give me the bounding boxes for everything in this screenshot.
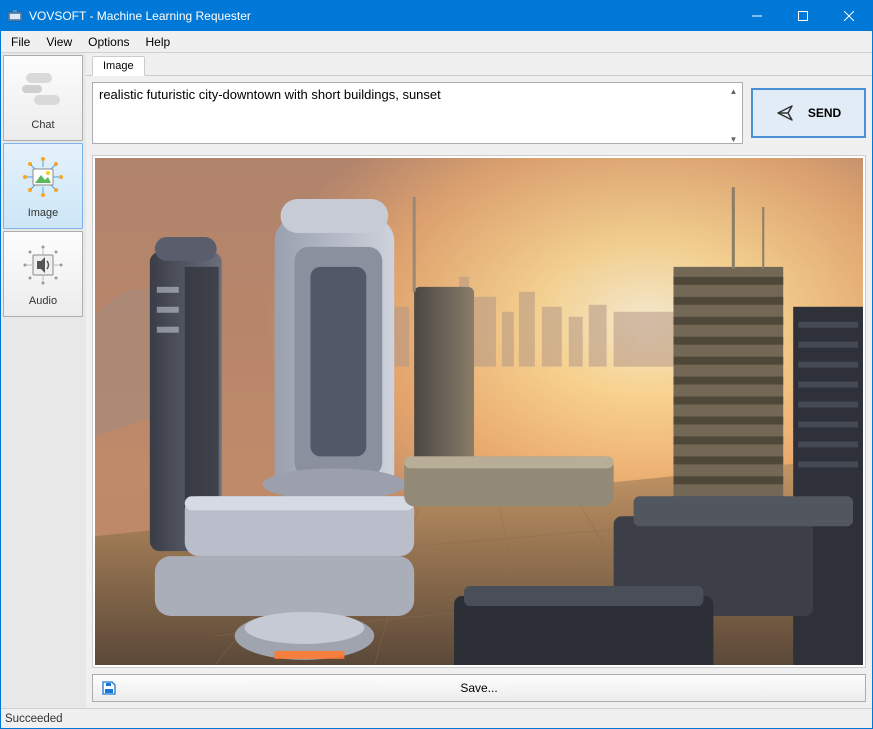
save-icon xyxy=(101,680,117,696)
content-area: Chat xyxy=(1,53,872,708)
send-button[interactable]: SEND xyxy=(751,88,866,138)
image-panel: ▲ ▼ SEND xyxy=(86,75,872,708)
titlebar: VOVSOFT - Machine Learning Requester xyxy=(1,1,872,31)
save-label: Save... xyxy=(93,681,865,695)
image-icon xyxy=(19,153,67,201)
sidebar-item-audio[interactable]: Audio xyxy=(3,231,83,317)
app-window: VOVSOFT - Machine Learning Requester Fil… xyxy=(0,0,873,729)
menu-file[interactable]: File xyxy=(3,33,38,51)
sidebar-item-label: Chat xyxy=(31,119,54,131)
sidebar-item-chat[interactable]: Chat xyxy=(3,55,83,141)
prompt-wrapper: ▲ ▼ xyxy=(92,82,743,149)
prompt-input[interactable] xyxy=(92,82,743,144)
send-icon xyxy=(776,104,794,122)
status-text: Succeeded xyxy=(5,713,63,725)
menu-options[interactable]: Options xyxy=(80,33,137,51)
sidebar-item-label: Audio xyxy=(29,295,57,307)
tab-image[interactable]: Image xyxy=(92,56,145,76)
sidebar-item-image[interactable]: Image xyxy=(3,143,83,229)
sidebar: Chat xyxy=(1,53,86,708)
audio-icon xyxy=(19,241,67,289)
app-icon xyxy=(7,8,23,24)
menubar: File View Options Help xyxy=(1,31,872,53)
send-label: SEND xyxy=(808,106,841,120)
input-row: ▲ ▼ SEND xyxy=(92,82,866,149)
close-button[interactable] xyxy=(826,1,872,31)
statusbar: Succeeded xyxy=(1,708,872,728)
maximize-button[interactable] xyxy=(780,1,826,31)
minimize-button[interactable] xyxy=(734,1,780,31)
chat-icon xyxy=(19,65,67,113)
sidebar-item-label: Image xyxy=(28,207,59,219)
window-title: VOVSOFT - Machine Learning Requester xyxy=(29,9,734,23)
save-button[interactable]: Save... xyxy=(92,674,866,702)
main-panel: Image ▲ ▼ SEND xyxy=(86,53,872,708)
tab-row: Image xyxy=(86,53,872,75)
menu-help[interactable]: Help xyxy=(138,33,179,51)
menu-view[interactable]: View xyxy=(38,33,80,51)
generated-image xyxy=(95,158,863,665)
generated-image-area xyxy=(92,155,866,668)
